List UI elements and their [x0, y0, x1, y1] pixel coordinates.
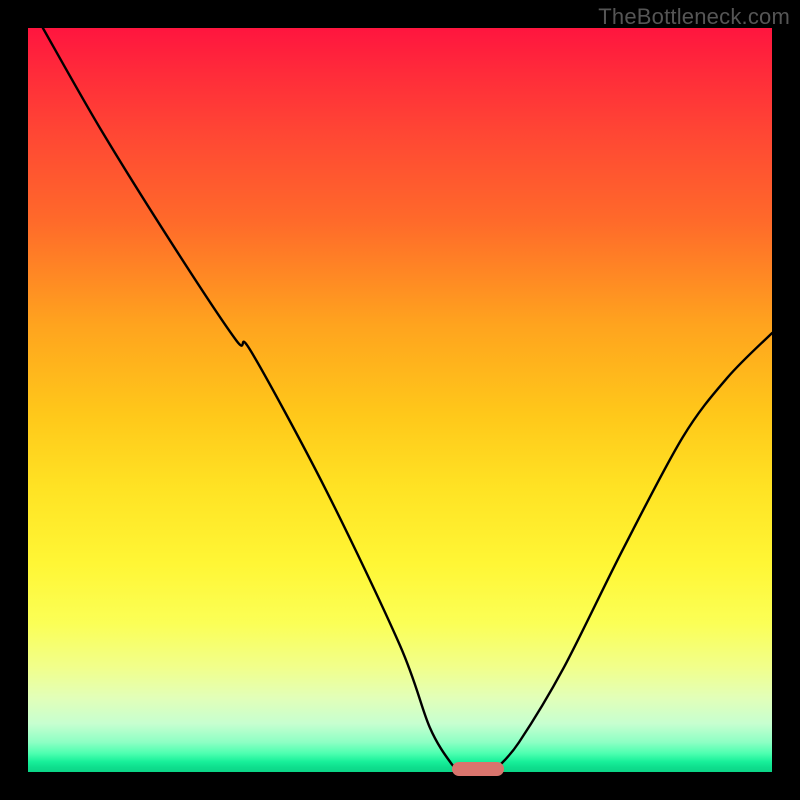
optimal-range-marker [452, 762, 504, 776]
curve-layer [28, 28, 772, 772]
plot-area [28, 28, 772, 772]
chart-stage: TheBottleneck.com [0, 0, 800, 800]
watermark-text: TheBottleneck.com [598, 4, 790, 30]
bottleneck-curve [43, 28, 772, 770]
